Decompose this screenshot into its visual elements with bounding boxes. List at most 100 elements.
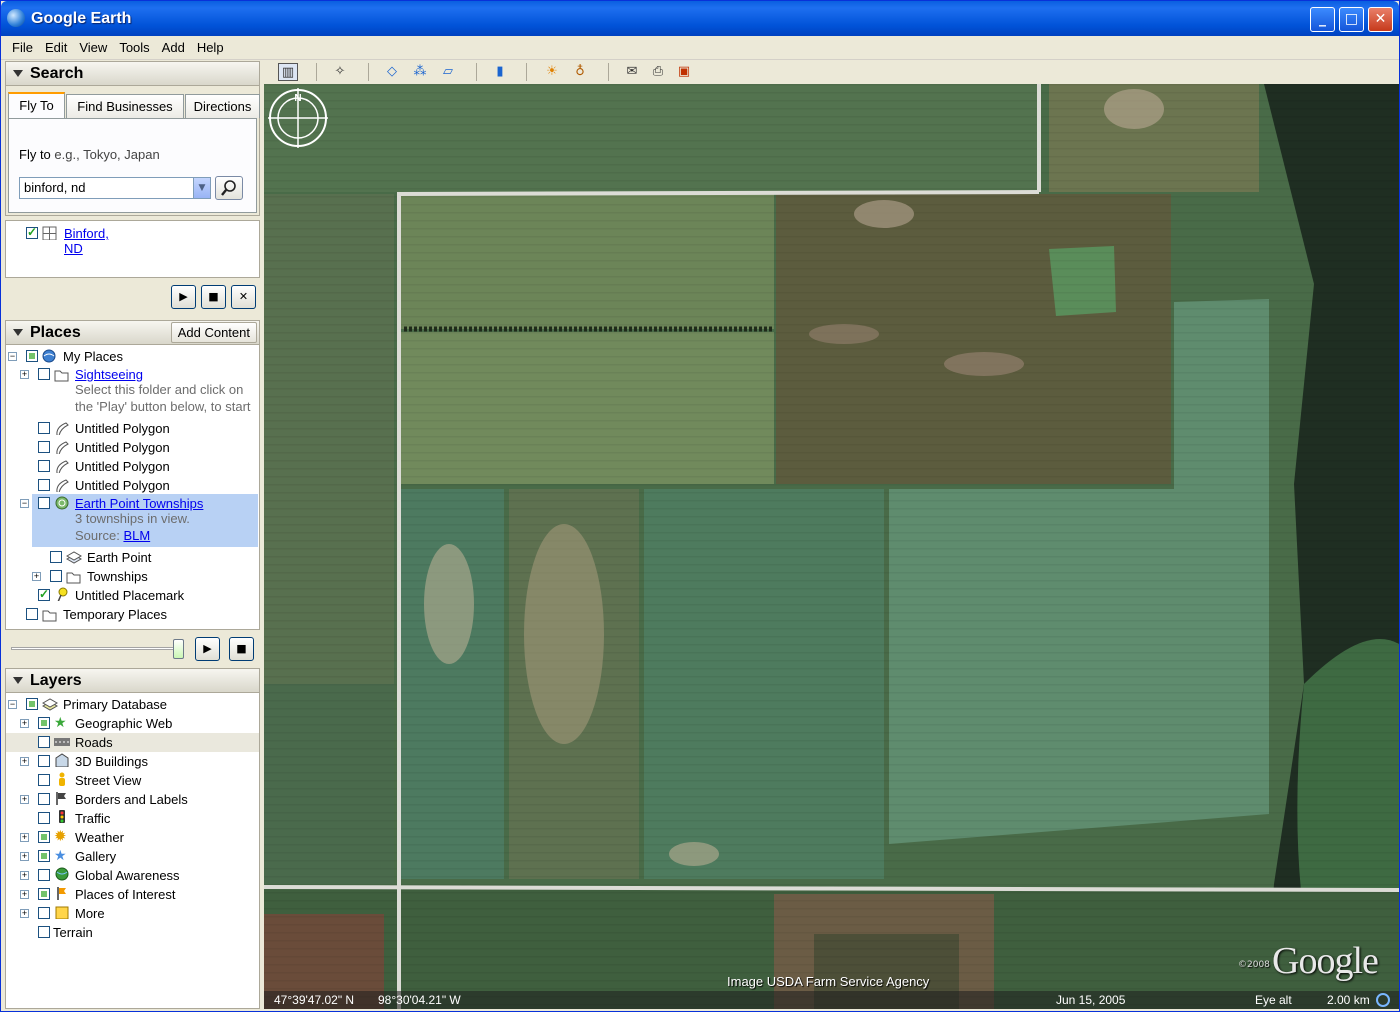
clear-results-button[interactable]: ✕ xyxy=(231,285,256,309)
checkbox[interactable] xyxy=(38,831,50,843)
add-image-overlay-icon[interactable]: ▱ xyxy=(438,63,458,81)
collapse-icon[interactable]: − xyxy=(8,352,17,361)
maximize-button[interactable]: □ xyxy=(1339,7,1364,32)
slider-thumb[interactable] xyxy=(173,639,184,659)
planet-icon[interactable]: ♁ xyxy=(570,63,590,81)
tab-directions[interactable]: Directions xyxy=(185,94,260,118)
menu-add[interactable]: Add xyxy=(156,36,191,55)
ruler-icon[interactable]: ▮ xyxy=(490,63,510,81)
sunlight-icon[interactable]: ☀ xyxy=(542,63,562,81)
collapse-triangle-icon[interactable] xyxy=(13,329,23,336)
minimize-button[interactable]: _ xyxy=(1310,7,1335,32)
checkbox[interactable] xyxy=(26,350,38,362)
checkbox[interactable] xyxy=(26,608,38,620)
checkbox[interactable] xyxy=(38,587,50,601)
menu-edit[interactable]: Edit xyxy=(39,36,73,55)
expand-icon[interactable]: + xyxy=(20,833,29,842)
checkbox[interactable] xyxy=(38,422,50,434)
expand-icon[interactable]: + xyxy=(20,719,29,728)
collapse-icon[interactable]: − xyxy=(20,499,29,508)
tree-item-polygon[interactable]: Untitled Polygon xyxy=(6,476,259,495)
layer-weather[interactable]: + ✹ Weather xyxy=(6,828,259,847)
menu-tools[interactable]: Tools xyxy=(113,36,155,55)
tree-item-townships[interactable]: + Townships xyxy=(6,567,259,586)
stop-tour-button[interactable]: ■ xyxy=(229,637,254,661)
google-maps-icon[interactable]: ▣ xyxy=(674,63,694,81)
checkbox[interactable] xyxy=(38,717,50,729)
tree-item-placemark[interactable]: Untitled Placemark xyxy=(6,586,259,605)
close-button[interactable]: ✕ xyxy=(1368,7,1393,32)
checkbox[interactable] xyxy=(38,441,50,453)
expand-icon[interactable]: + xyxy=(32,572,41,581)
expand-icon[interactable]: + xyxy=(20,871,29,880)
layer-primary-database[interactable]: − Primary Database xyxy=(6,695,259,714)
checkbox[interactable] xyxy=(38,736,50,748)
menu-help[interactable]: Help xyxy=(191,36,230,55)
checkbox[interactable] xyxy=(38,812,50,824)
checkbox[interactable] xyxy=(38,869,50,881)
tab-find-businesses[interactable]: Find Businesses xyxy=(66,94,184,118)
title-bar[interactable]: Google Earth _ □ ✕ xyxy=(1,1,1399,36)
fly-to-input[interactable]: binford, nd xyxy=(19,177,211,199)
checkbox[interactable] xyxy=(50,551,62,563)
chevron-down-icon[interactable]: ▼ xyxy=(193,178,210,198)
menu-file[interactable]: File xyxy=(6,36,39,55)
checkbox[interactable] xyxy=(38,907,50,919)
checkbox[interactable] xyxy=(38,926,50,938)
expand-icon[interactable]: + xyxy=(20,795,29,804)
result-link[interactable]: Binford, ND xyxy=(64,226,109,256)
expand-icon[interactable]: + xyxy=(20,370,29,379)
tab-fly-to[interactable]: Fly To xyxy=(8,92,65,118)
tree-item-label[interactable]: Earth Point Townships xyxy=(75,496,203,511)
layers-panel-header[interactable]: Layers xyxy=(5,668,260,693)
tree-item-polygon[interactable]: Untitled Polygon xyxy=(6,438,259,457)
checkbox[interactable] xyxy=(38,850,50,862)
layer-borders-labels[interactable]: + Borders and Labels xyxy=(6,790,259,809)
tree-item-polygon[interactable]: Untitled Polygon xyxy=(6,419,259,438)
expand-icon[interactable]: + xyxy=(20,757,29,766)
tree-item-polygon[interactable]: Untitled Polygon xyxy=(6,457,259,476)
sidebar-toggle-icon[interactable]: ▥ xyxy=(278,63,298,81)
add-path-icon[interactable]: ⁂ xyxy=(410,63,430,81)
checkbox[interactable] xyxy=(38,497,50,509)
checkbox[interactable] xyxy=(50,570,62,582)
expand-icon[interactable]: + xyxy=(20,890,29,899)
collapse-triangle-icon[interactable] xyxy=(13,70,23,77)
layer-gallery[interactable]: + ★ Gallery xyxy=(6,847,259,866)
layer-traffic[interactable]: Traffic xyxy=(6,809,259,828)
tree-item-my-places[interactable]: − My Places xyxy=(6,347,259,366)
play-button[interactable]: ▶ xyxy=(171,285,196,309)
tree-item-temporary-places[interactable]: Temporary Places xyxy=(6,605,259,624)
collapse-triangle-icon[interactable] xyxy=(13,677,23,684)
checkbox[interactable] xyxy=(38,460,50,472)
tree-item-earth-point[interactable]: Earth Point xyxy=(6,548,259,567)
expand-icon[interactable]: + xyxy=(20,852,29,861)
checkbox[interactable] xyxy=(38,774,50,786)
collapse-icon[interactable]: − xyxy=(8,700,17,709)
menu-view[interactable]: View xyxy=(73,36,113,55)
checkbox[interactable] xyxy=(26,698,38,710)
layer-global-awareness[interactable]: + Global Awareness xyxy=(6,866,259,885)
layer-terrain[interactable]: Terrain xyxy=(6,923,259,942)
add-placemark-icon[interactable]: ✧ xyxy=(330,63,350,81)
checkbox[interactable] xyxy=(38,479,50,491)
checkbox[interactable] xyxy=(38,755,50,767)
stop-button[interactable]: ■ xyxy=(201,285,226,309)
layer-geographic-web[interactable]: + ★ Geographic Web xyxy=(6,714,259,733)
play-tour-button[interactable]: ▶ xyxy=(195,637,220,661)
compass-icon[interactable]: N xyxy=(264,84,332,152)
print-icon[interactable]: ⎙ xyxy=(648,63,668,81)
add-polygon-icon[interactable]: ◇ xyxy=(382,63,402,81)
source-link[interactable]: BLM xyxy=(123,528,150,543)
map-view[interactable]: N Image USDA Farm Service Agency ©2008 G… xyxy=(264,84,1399,1009)
layer-roads[interactable]: Roads xyxy=(6,733,259,752)
layer-places-of-interest[interactable]: + Places of Interest xyxy=(6,885,259,904)
checkbox[interactable] xyxy=(38,793,50,805)
checkbox[interactable] xyxy=(38,368,50,380)
places-panel-header[interactable]: Places Add Content xyxy=(5,320,260,345)
tour-speed-slider[interactable] xyxy=(11,647,181,650)
layer-3d-buildings[interactable]: + 3D Buildings xyxy=(6,752,259,771)
layer-street-view[interactable]: Street View xyxy=(6,771,259,790)
add-content-button[interactable]: Add Content xyxy=(170,322,257,343)
result-checkbox[interactable] xyxy=(26,225,38,239)
